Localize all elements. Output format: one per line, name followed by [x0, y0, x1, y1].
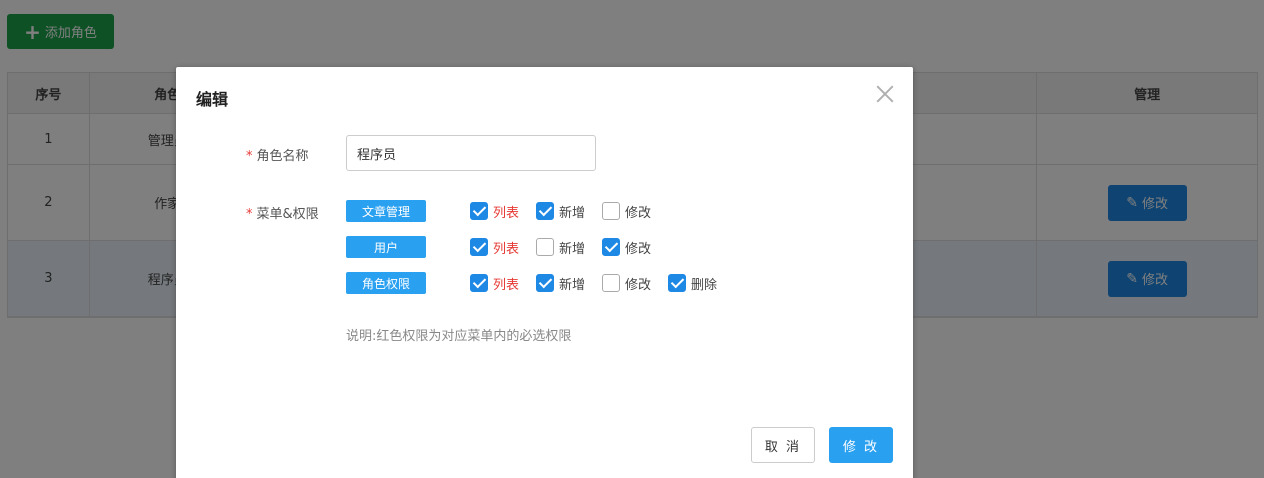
role-name-label-text: 角色名称	[256, 149, 309, 164]
role-name-label: * 角色名称	[246, 145, 309, 164]
menu-tag: 文章管理	[346, 200, 426, 222]
permission-checkbox[interactable]: 新增	[536, 202, 602, 221]
checkbox-checked-icon[interactable]	[536, 202, 554, 220]
close-icon[interactable]	[874, 83, 896, 105]
permission-checkbox[interactable]: 删除	[668, 274, 734, 293]
permission-checkbox[interactable]: 列表	[470, 274, 536, 293]
perm-group: 列表 新增 修改 删除	[470, 272, 734, 294]
checkbox-checked-icon[interactable]	[668, 274, 686, 292]
edit-role-dialog: 编辑 *角色名称 *菜单&权限 文章管理 列表新增修改 用户 列表新增修改 角色…	[176, 67, 913, 478]
permission-label: 修改	[625, 205, 652, 221]
menu-perm-label: * 菜单&权限	[246, 203, 319, 222]
permission-label: 删除	[691, 277, 718, 293]
menu-row-users: 用户 列表 新增 修改	[346, 236, 651, 258]
permission-checkbox[interactable]: 列表	[470, 238, 536, 257]
permission-label: 列表	[493, 205, 520, 221]
cancel-button[interactable]: 取 消	[751, 427, 815, 463]
permission-label: 新增	[559, 241, 586, 257]
permission-label: 列表	[493, 277, 520, 293]
required-mark: *	[246, 207, 253, 222]
permission-checkbox[interactable]: 修改	[602, 202, 668, 221]
perm-group: 列表 新增 修改	[470, 200, 668, 222]
permission-checkbox[interactable]: 新增	[536, 238, 602, 257]
dialog-title: 编辑	[196, 90, 229, 109]
permission-checkbox[interactable]: 修改	[602, 238, 668, 257]
menu-tag: 用户	[346, 236, 426, 258]
permission-label: 新增	[559, 205, 586, 221]
menu-row-role-perms: 角色权限 列表 新增 修改 删除	[346, 272, 717, 294]
checkbox-checked-icon[interactable]	[470, 238, 488, 256]
checkbox-checked-icon[interactable]	[470, 202, 488, 220]
role-name-input[interactable]	[346, 135, 596, 171]
menu-row-articles: 文章管理 列表 新增 修改	[346, 200, 651, 222]
permission-checkbox[interactable]: 新增	[536, 274, 602, 293]
permission-checkbox[interactable]: 修改	[602, 274, 668, 293]
checkbox-checked-icon[interactable]	[536, 274, 554, 292]
permission-note: 说明:红色权限为对应菜单内的必选权限	[346, 329, 572, 344]
permission-label: 修改	[625, 277, 652, 293]
permission-checkbox[interactable]: 列表	[470, 202, 536, 221]
checkbox-unchecked-icon[interactable]	[602, 202, 620, 220]
menu-perm-label-text: 菜单&权限	[256, 207, 319, 222]
checkbox-unchecked-icon[interactable]	[602, 274, 620, 292]
confirm-edit-button[interactable]: 修 改	[829, 427, 893, 463]
perm-group: 列表 新增 修改	[470, 236, 668, 258]
checkbox-unchecked-icon[interactable]	[536, 238, 554, 256]
permission-label: 列表	[493, 241, 520, 257]
permission-label: 修改	[625, 241, 652, 257]
menu-tag: 角色权限	[346, 272, 426, 294]
permission-label: 新增	[559, 277, 586, 293]
required-mark: *	[246, 149, 253, 164]
checkbox-checked-icon[interactable]	[602, 238, 620, 256]
checkbox-checked-icon[interactable]	[470, 274, 488, 292]
